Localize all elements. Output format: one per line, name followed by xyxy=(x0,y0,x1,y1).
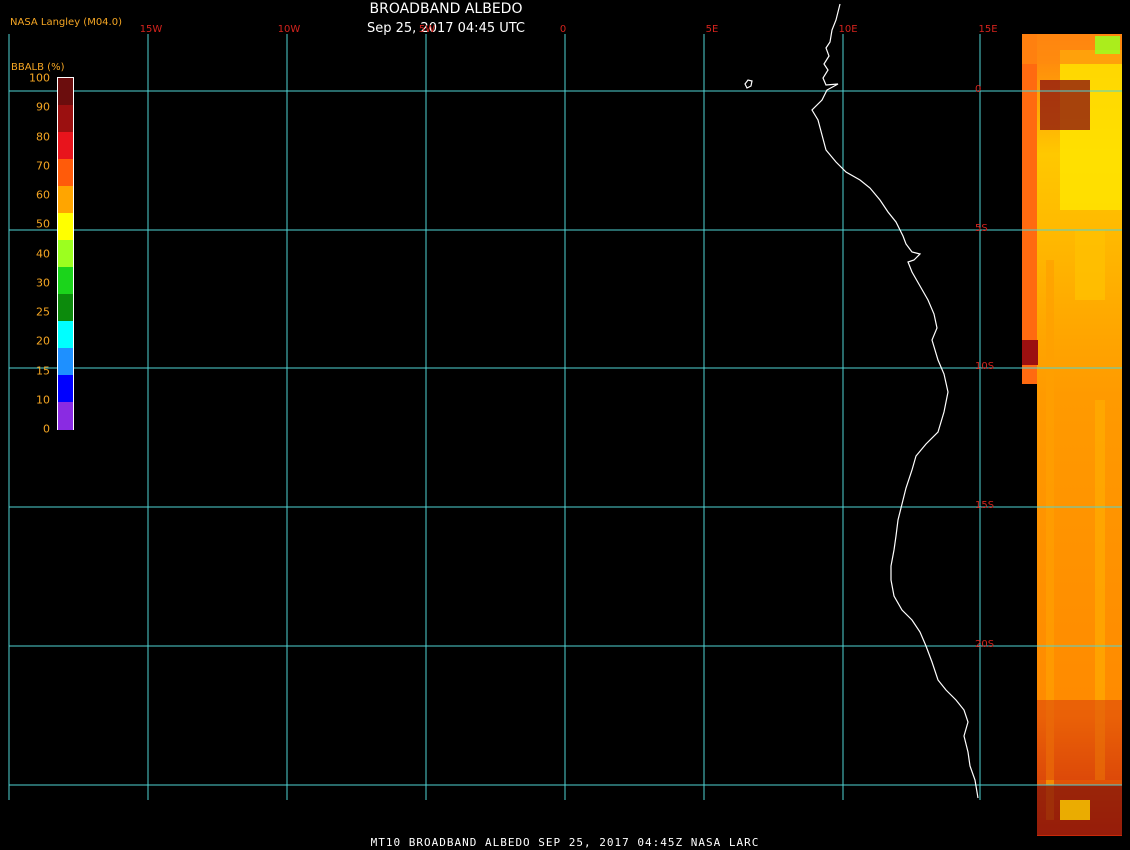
source-label: NASA Langley (M04.0) xyxy=(10,17,122,28)
lat-label-10s: 10S xyxy=(975,361,995,372)
lon-label-5w: 5W xyxy=(418,24,436,35)
legend-tick-label: 15 xyxy=(36,364,50,377)
lon-label-0: 0 xyxy=(559,24,567,35)
lat-label-0: 0 xyxy=(975,84,982,95)
albedo-map xyxy=(8,3,1122,836)
legend-swatch xyxy=(58,132,73,160)
legend-tick-label: 10 xyxy=(36,393,50,407)
legend-swatch xyxy=(58,78,73,106)
legend-swatch xyxy=(58,375,73,403)
lon-label-15e: 15E xyxy=(978,24,998,35)
legend-tick-label: 30 xyxy=(36,276,50,290)
satellite-swath xyxy=(1022,34,1122,836)
lat-label-20s: 20S xyxy=(975,639,995,650)
legend-tick-label: 70 xyxy=(36,159,50,173)
legend-tick-label: 80 xyxy=(36,130,50,143)
coastline xyxy=(811,3,979,799)
lon-label-10e: 10E xyxy=(838,24,858,35)
legend-tick-label: 60 xyxy=(36,188,50,202)
graticule xyxy=(8,34,1122,800)
legend-swatch xyxy=(58,240,73,268)
lon-label-5e: 5E xyxy=(705,24,719,35)
legend-swatch xyxy=(58,159,73,187)
legend-tick-label: 25 xyxy=(36,305,50,319)
legend-swatch xyxy=(58,321,73,349)
legend-swatch xyxy=(58,213,73,241)
color-legend xyxy=(57,77,74,430)
map-title: BROADBAND ALBEDO xyxy=(369,1,523,17)
lat-label-5s: 5S xyxy=(975,223,988,234)
legend-tick-label: 100 xyxy=(29,71,50,85)
legend-swatch xyxy=(58,186,73,214)
legend-swatch xyxy=(58,402,73,430)
lon-label-15w: 15W xyxy=(139,24,163,35)
legend-tick-label: 20 xyxy=(36,334,50,348)
legend-tick-label: 0 xyxy=(43,422,50,436)
legend-swatch xyxy=(58,294,73,322)
map-timestamp: Sep 25, 2017 04:45 UTC xyxy=(366,21,526,36)
legend-swatch xyxy=(58,267,73,295)
legend-swatch xyxy=(58,105,73,133)
legend-tick-label: 90 xyxy=(36,100,50,114)
island xyxy=(744,79,753,89)
legend-tick-label: 40 xyxy=(36,247,50,260)
lon-label-10w: 10W xyxy=(277,24,301,35)
legend-tick-label: 50 xyxy=(36,217,50,231)
legend-swatch xyxy=(58,348,73,376)
footer-caption: MT10 BROADBAND ALBEDO SEP 25, 2017 04:45… xyxy=(370,836,760,849)
lat-label-15s: 15S xyxy=(975,500,995,511)
